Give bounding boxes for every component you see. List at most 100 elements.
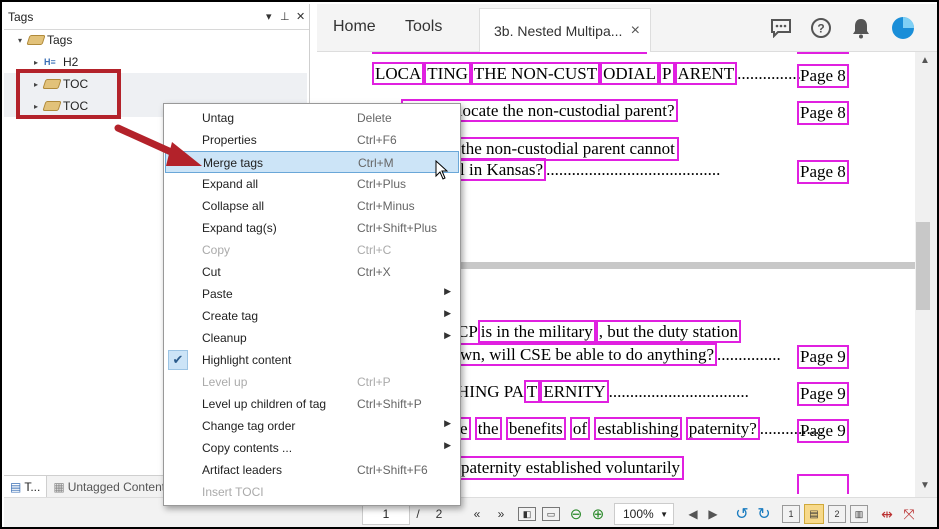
- menu-item-label: Properties: [202, 133, 257, 147]
- toc-line-voluntarily: paternity established voluntarily: [457, 456, 685, 480]
- menu-item-paste[interactable]: Paste ▶: [165, 283, 459, 305]
- menu-item-merge-tags[interactable]: Merge tags Ctrl+M: [165, 151, 459, 173]
- menu-item-label: Collapse all: [202, 199, 265, 213]
- menu-item-label: Merge tags: [203, 156, 264, 170]
- rotate-right-icon[interactable]: ↻: [754, 504, 774, 524]
- previous-view-icon[interactable]: ◀: [684, 504, 702, 524]
- menu-item-level-up-children-of-tag[interactable]: Level up children of tag Ctrl+Shift+P: [165, 393, 459, 415]
- account-avatar-icon[interactable]: [891, 16, 915, 40]
- menu-item-collapse-all[interactable]: Collapse all Ctrl+Minus: [165, 195, 459, 217]
- menu-item-create-tag[interactable]: Create tag ▶: [165, 305, 459, 327]
- tagged-text: THE NON-CUST: [470, 62, 601, 85]
- submenu-arrow-icon: ▶: [444, 440, 451, 450]
- heading-icon: H≡: [44, 57, 56, 67]
- toc-line-duty: wn, will CSE be able to do anything?....…: [457, 343, 781, 366]
- menu-item-label: Create tag: [202, 309, 259, 323]
- scroll-down-icon[interactable]: ▼: [920, 480, 930, 491]
- comment-icon[interactable]: [769, 16, 793, 40]
- scrollbar-thumb[interactable]: [916, 222, 930, 310]
- page-total: 2: [435, 507, 443, 521]
- help-icon[interactable]: ?: [809, 16, 833, 40]
- first-page-icon[interactable]: «: [470, 504, 484, 524]
- two-page-continuous-icon[interactable]: ▥: [850, 505, 868, 523]
- scroll-up-icon[interactable]: ▲: [920, 55, 930, 66]
- tagged-text: paternity?: [685, 417, 760, 440]
- panel-menu-icon[interactable]: ▾: [266, 10, 272, 23]
- rotate-left-icon[interactable]: ↺: [732, 504, 752, 524]
- toc-line-locating: LOCA TING THE NON-CUST ODIAL P ARENT.........…: [372, 62, 801, 85]
- tree-item-tags-root[interactable]: ▾ Tags: [4, 29, 307, 51]
- tagged-text: ARENT: [674, 62, 738, 85]
- untagged-tab-icon: ▦: [53, 479, 65, 494]
- toc-line-paternity-heading: HING PA T ERNITY..........................…: [457, 380, 749, 403]
- tab-home[interactable]: Home: [333, 18, 376, 36]
- menu-item-artifact-leaders[interactable]: Artifact leaders Ctrl+Shift+F6: [165, 459, 459, 481]
- notification-bell-icon[interactable]: [849, 16, 873, 40]
- tags-tab-icon: ▤: [10, 479, 22, 494]
- menu-item-copy-contents[interactable]: Copy contents ... ▶: [165, 437, 459, 459]
- page-ref: Page 8: [797, 160, 849, 184]
- tagged-text: ERNITY: [540, 380, 609, 403]
- expand-arrow-icon[interactable]: ▾: [14, 36, 26, 45]
- tree-item-label: H2: [63, 55, 79, 69]
- expand-arrow-icon[interactable]: ▸: [30, 58, 42, 67]
- menu-item-label: Copy contents ...: [202, 441, 293, 455]
- highlight-box: [372, 52, 647, 54]
- menu-item-label: Copy: [202, 243, 231, 257]
- tab-document[interactable]: 3b. Nested Multipa... ×: [479, 8, 651, 52]
- menu-item-shortcut: Ctrl+M: [358, 156, 394, 170]
- page-ref: Page 9: [797, 419, 849, 443]
- close-panel-icon[interactable]: ✕: [296, 10, 305, 23]
- two-page-icon[interactable]: 2: [828, 505, 846, 523]
- tab-tags[interactable]: ▤ T...: [4, 476, 48, 497]
- menu-item-cleanup[interactable]: Cleanup ▶: [165, 327, 459, 349]
- fit-width-icon[interactable]: ▭: [542, 507, 560, 521]
- single-page-icon[interactable]: 1: [782, 505, 800, 523]
- zoom-out-icon[interactable]: ⊖: [566, 504, 586, 524]
- menu-item-insert-toci: Insert TOCI: [165, 481, 459, 503]
- fit-page-icon[interactable]: ◧: [518, 507, 536, 521]
- page-separator-text: /: [416, 507, 420, 521]
- tagged-text: , but the duty station: [595, 320, 741, 343]
- menu-item-shortcut: Ctrl+C: [357, 243, 392, 257]
- menu-item-label: Artifact leaders: [202, 463, 283, 477]
- close-tab-icon[interactable]: ×: [631, 22, 640, 40]
- page-ref: Page 9: [797, 382, 849, 406]
- app-window: Tags ▾ ⊥ ✕ ▾ Tags ▸ H≡ H2 ▸ TOC ▸ TOC ▤: [0, 0, 939, 529]
- menu-item-label: Cleanup: [202, 331, 247, 345]
- split-horizontal-icon[interactable]: ⇹: [878, 504, 896, 524]
- menu-item-label: Level up children of tag: [202, 397, 327, 411]
- toc-line-kansas: l in Kansas?............................…: [457, 158, 720, 181]
- page-number-input[interactable]: 1: [362, 503, 410, 525]
- tab-tools[interactable]: Tools: [405, 18, 442, 36]
- menu-item-expand-tag-s[interactable]: Expand tag(s) Ctrl+Shift+Plus: [165, 217, 459, 239]
- zoom-select[interactable]: 100% ▼: [614, 503, 674, 525]
- menu-item-change-tag-order[interactable]: Change tag order ▶: [165, 415, 459, 437]
- menu-item-properties[interactable]: Properties Ctrl+F6: [165, 129, 459, 151]
- tagged-text: T: [523, 380, 541, 403]
- annotation-arrow-icon: [114, 124, 202, 166]
- split-vertical-icon[interactable]: ⤧: [900, 504, 918, 524]
- menu-item-cut[interactable]: Cut Ctrl+X: [165, 261, 459, 283]
- next-view-icon[interactable]: ▶: [704, 504, 722, 524]
- tab-untagged-content[interactable]: ▦ Untagged Content: [47, 476, 173, 497]
- chevron-down-icon: ▼: [660, 509, 668, 519]
- leader-dots: .................................: [608, 382, 749, 401]
- menu-item-shortcut: Ctrl+Plus: [357, 177, 407, 191]
- tags-panel-title: Tags: [8, 9, 34, 24]
- menu-item-shortcut: Ctrl+Shift+Plus: [357, 221, 438, 235]
- tagged-text: the: [474, 417, 502, 440]
- submenu-arrow-icon: ▶: [444, 308, 451, 318]
- menu-item-expand-all[interactable]: Expand all Ctrl+Plus: [165, 173, 459, 195]
- menu-item-highlight-content[interactable]: ✔ Highlight content: [165, 349, 459, 371]
- page-ref: Page 8: [797, 101, 849, 125]
- menu-item-untag[interactable]: Untag Delete: [165, 107, 459, 129]
- text: HING PA: [457, 382, 524, 401]
- zoom-in-icon[interactable]: ⊕: [588, 504, 608, 524]
- last-page-icon[interactable]: »: [494, 504, 508, 524]
- pin-icon[interactable]: ⊥: [280, 10, 290, 23]
- leader-dots: ...............: [717, 345, 781, 364]
- status-bar: 1 / 2 « » ◧ ▭ ⊖ ⊕ 100% ▼ ◀ ▶ ↺ ↻ 1 ▤ 2 ▥…: [4, 497, 937, 527]
- continuous-page-icon[interactable]: ▤: [804, 504, 824, 524]
- page-ref: Page 8: [797, 64, 849, 88]
